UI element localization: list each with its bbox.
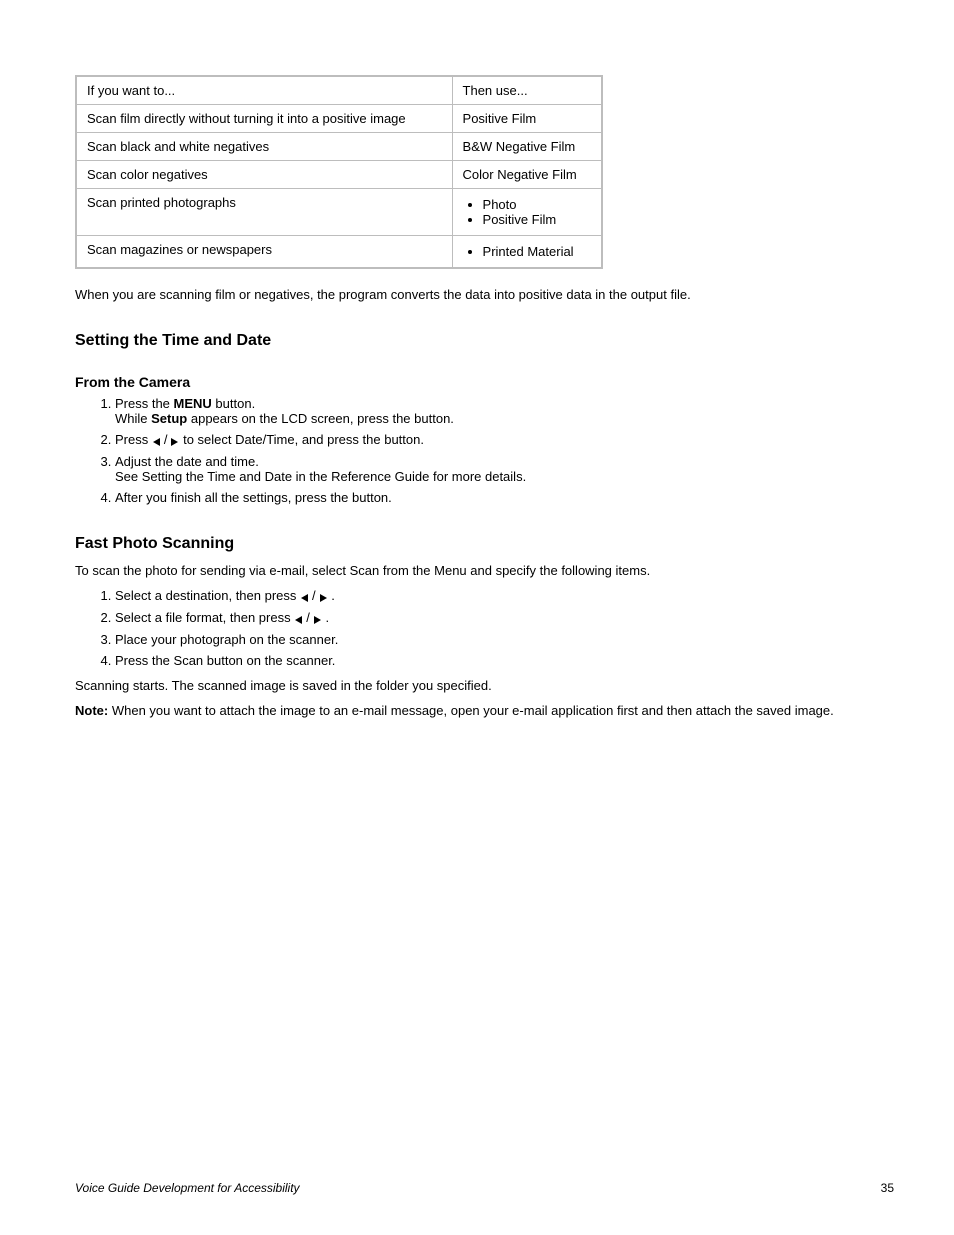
- arrow-pair: /: [152, 432, 183, 447]
- list-item: Printed Material: [483, 244, 591, 259]
- table-row: Scan black and white negatives B&W Negat…: [76, 133, 602, 161]
- time-date-steps: Press the MENU button. While Setup appea…: [75, 396, 894, 505]
- triangle-left-icon: [294, 611, 304, 626]
- table-cell: Color Negative Film: [452, 161, 602, 189]
- table-cell: Scan color negatives: [76, 161, 452, 189]
- table-cell: Printed Material: [452, 236, 602, 269]
- triangle-right-icon: [169, 433, 179, 448]
- list-item: Press the MENU button. While Setup appea…: [115, 396, 894, 426]
- page-footer: Voice Guide Development for Accessibilit…: [75, 1181, 894, 1195]
- step-text: Press the MENU button. While Setup appea…: [115, 396, 454, 426]
- table-cell: Scan magazines or newspapers: [76, 236, 452, 269]
- note: Note: When you want to attach the image …: [75, 703, 894, 718]
- triangle-left-icon: [300, 589, 310, 604]
- section-heading-fast-photo: Fast Photo Scanning: [75, 535, 894, 553]
- triangle-right-icon: [318, 589, 328, 604]
- list-item: Place your photograph on the scanner.: [115, 632, 894, 647]
- table-row: Scan film directly without turning it in…: [76, 105, 602, 133]
- list-item: Positive Film: [483, 212, 591, 227]
- table-cell: Photo Positive Film: [452, 189, 602, 236]
- step-text: Select a destination, then press / .: [115, 588, 335, 603]
- table-row: Scan color negatives Color Negative Film: [76, 161, 602, 189]
- list-item: Select a file format, then press / .: [115, 610, 894, 626]
- table-header-left: If you want to...: [76, 76, 452, 105]
- fast-photo-steps: Select a destination, then press / . Sel…: [75, 588, 894, 668]
- triangle-right-icon: [312, 611, 322, 626]
- table-header-row: If you want to... Then use...: [76, 76, 602, 105]
- footer-left: Voice Guide Development for Accessibilit…: [75, 1181, 300, 1195]
- list-item: Adjust the date and time. See Setting th…: [115, 454, 894, 484]
- table-cell: B&W Negative Film: [452, 133, 602, 161]
- list-item: After you finish all the settings, press…: [115, 490, 894, 505]
- list-item: Select a destination, then press / .: [115, 588, 894, 604]
- list-item: Press / to select Date/Time, and press t…: [115, 432, 894, 448]
- footer-page-number: 35: [881, 1181, 894, 1195]
- arrow-pair: /: [294, 610, 325, 625]
- list-item: Photo: [483, 197, 591, 212]
- step-text: Press the Scan button on the scanner.: [115, 653, 335, 668]
- table-cell: Scan film directly without turning it in…: [76, 105, 452, 133]
- table-row: Scan printed photographs Photo Positive …: [76, 189, 602, 236]
- section-heading-time-date: Setting the Time and Date: [75, 332, 894, 350]
- step-text: Press / to select Date/Time, and press t…: [115, 432, 424, 447]
- note-label: Note:: [75, 703, 108, 718]
- arrow-pair: /: [300, 588, 331, 603]
- step-text: Select a file format, then press / .: [115, 610, 329, 625]
- step-text: After you finish all the settings, press…: [115, 490, 392, 505]
- table-cell: Scan black and white negatives: [76, 133, 452, 161]
- step-text: Adjust the date and time. See Setting th…: [115, 454, 526, 484]
- section-intro: To scan the photo for sending via e-mail…: [75, 563, 894, 578]
- table-header-right: Then use...: [452, 76, 602, 105]
- table-row: Scan magazines or newspapers Printed Mat…: [76, 236, 602, 269]
- table-caption: When you are scanning film or negatives,…: [75, 287, 795, 302]
- options-table: If you want to... Then use... Scan film …: [75, 75, 603, 269]
- note-text: When you want to attach the image to an …: [112, 703, 834, 718]
- triangle-left-icon: [152, 433, 162, 448]
- step-text: Place your photograph on the scanner.: [115, 632, 338, 647]
- section-after-text: Scanning starts. The scanned image is sa…: [75, 678, 894, 693]
- table-cell: Scan printed photographs: [76, 189, 452, 236]
- list-item: Press the Scan button on the scanner.: [115, 653, 894, 668]
- table-cell: Positive Film: [452, 105, 602, 133]
- subsection-heading-from-camera: From the Camera: [75, 374, 894, 390]
